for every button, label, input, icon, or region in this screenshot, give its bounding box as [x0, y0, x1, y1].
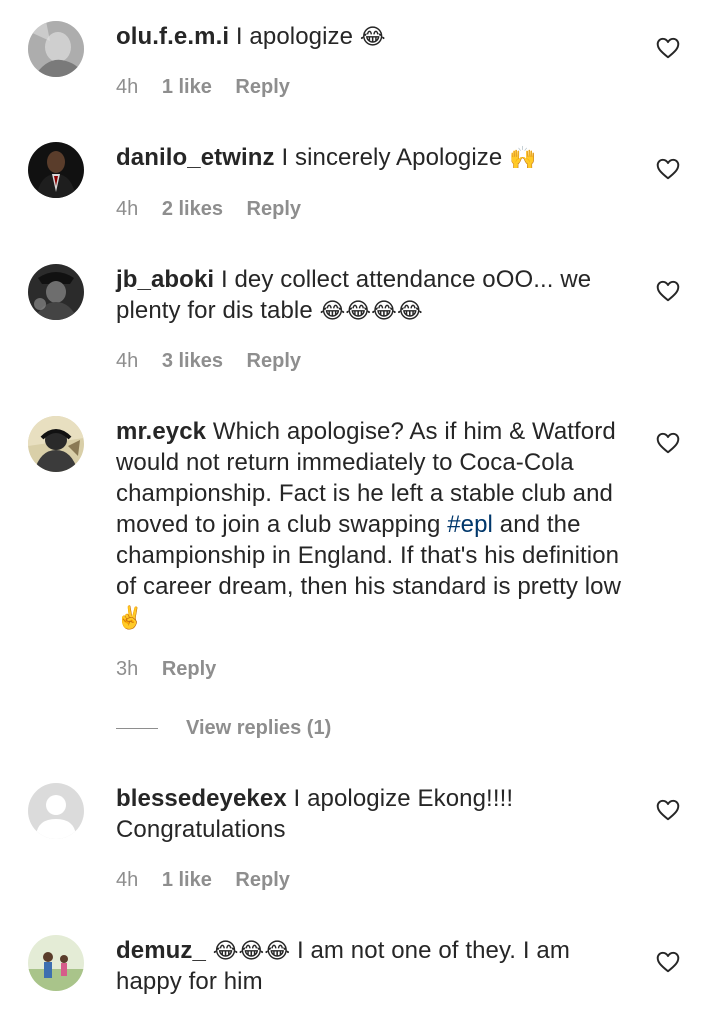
heart-icon[interactable]: [655, 430, 681, 456]
default-avatar[interactable]: [28, 783, 84, 839]
comment-likes[interactable]: 1 like: [162, 869, 212, 891]
heart-icon[interactable]: [655, 35, 681, 61]
laughing-emoji: 😂😂😂: [212, 938, 291, 963]
comment-meta: 4h 1 like Reply: [116, 75, 308, 99]
comment-time: 4h: [116, 350, 139, 372]
avatar[interactable]: [28, 416, 84, 472]
heart-icon[interactable]: [655, 156, 681, 182]
comment-time: 4h: [116, 869, 139, 891]
avatar[interactable]: [28, 935, 84, 991]
replies-divider-line: [116, 728, 158, 729]
comment-likes[interactable]: 1 like: [162, 76, 212, 98]
comment-body: I sincerely Apologize: [281, 144, 503, 171]
comment-meta: 3h Reply: [116, 657, 234, 681]
view-replies-button[interactable]: View replies (1): [116, 716, 416, 740]
comment-text: jb_aboki I dey collect attendance oOO...…: [116, 264, 636, 326]
heart-icon[interactable]: [655, 278, 681, 304]
comment-likes[interactable]: 2 likes: [162, 198, 223, 220]
comment-username[interactable]: blessedeyekex: [116, 785, 287, 812]
comment-text: blessedeyekex I apologize Ekong!!!! Cong…: [116, 783, 636, 845]
reply-button[interactable]: Reply: [235, 869, 289, 891]
raised-hands-emoji: 🙌: [509, 145, 537, 170]
avatar[interactable]: [28, 264, 84, 320]
view-replies-label[interactable]: View replies (1): [186, 716, 331, 740]
comment-username[interactable]: demuz_: [116, 937, 206, 964]
comment-text: olu.f.e.m.i I apologize 😂: [116, 21, 636, 52]
reply-button[interactable]: Reply: [162, 658, 216, 680]
avatar[interactable]: [28, 142, 84, 198]
comment-meta: 4h 3 likes Reply: [116, 349, 319, 373]
laughing-emoji: 😂: [359, 24, 386, 49]
avatar[interactable]: [28, 21, 84, 77]
comment-time: 4h: [116, 76, 139, 98]
comment-username[interactable]: olu.f.e.m.i: [116, 23, 229, 50]
comment-time: 4h: [116, 198, 139, 220]
comment-time: 3h: [116, 658, 139, 680]
reply-button[interactable]: Reply: [247, 198, 301, 220]
victory-hand-emoji: ✌️: [116, 605, 144, 630]
hashtag-link[interactable]: #epl: [447, 511, 493, 538]
comment-likes[interactable]: 3 likes: [162, 350, 223, 372]
comment-body: I apologize: [235, 23, 354, 50]
comment-meta: 4h 1 like Reply: [116, 868, 308, 892]
comment-text: mr.eyck Which apologise? As if him & Wat…: [116, 416, 636, 633]
laughing-emoji: 😂😂😂😂: [319, 298, 423, 323]
comment-meta: 4h 2 likes Reply: [116, 197, 319, 221]
reply-button[interactable]: Reply: [235, 76, 289, 98]
comment-username[interactable]: danilo_etwinz: [116, 144, 275, 171]
heart-icon[interactable]: [655, 949, 681, 975]
comment-username[interactable]: mr.eyck: [116, 418, 206, 445]
reply-button[interactable]: Reply: [247, 350, 301, 372]
comment-text: danilo_etwinz I sincerely Apologize 🙌: [116, 142, 636, 173]
heart-icon[interactable]: [655, 797, 681, 823]
comment-username[interactable]: jb_aboki: [116, 266, 214, 293]
comment-text: demuz_ 😂😂😂 I am not one of they. I am ha…: [116, 935, 636, 997]
